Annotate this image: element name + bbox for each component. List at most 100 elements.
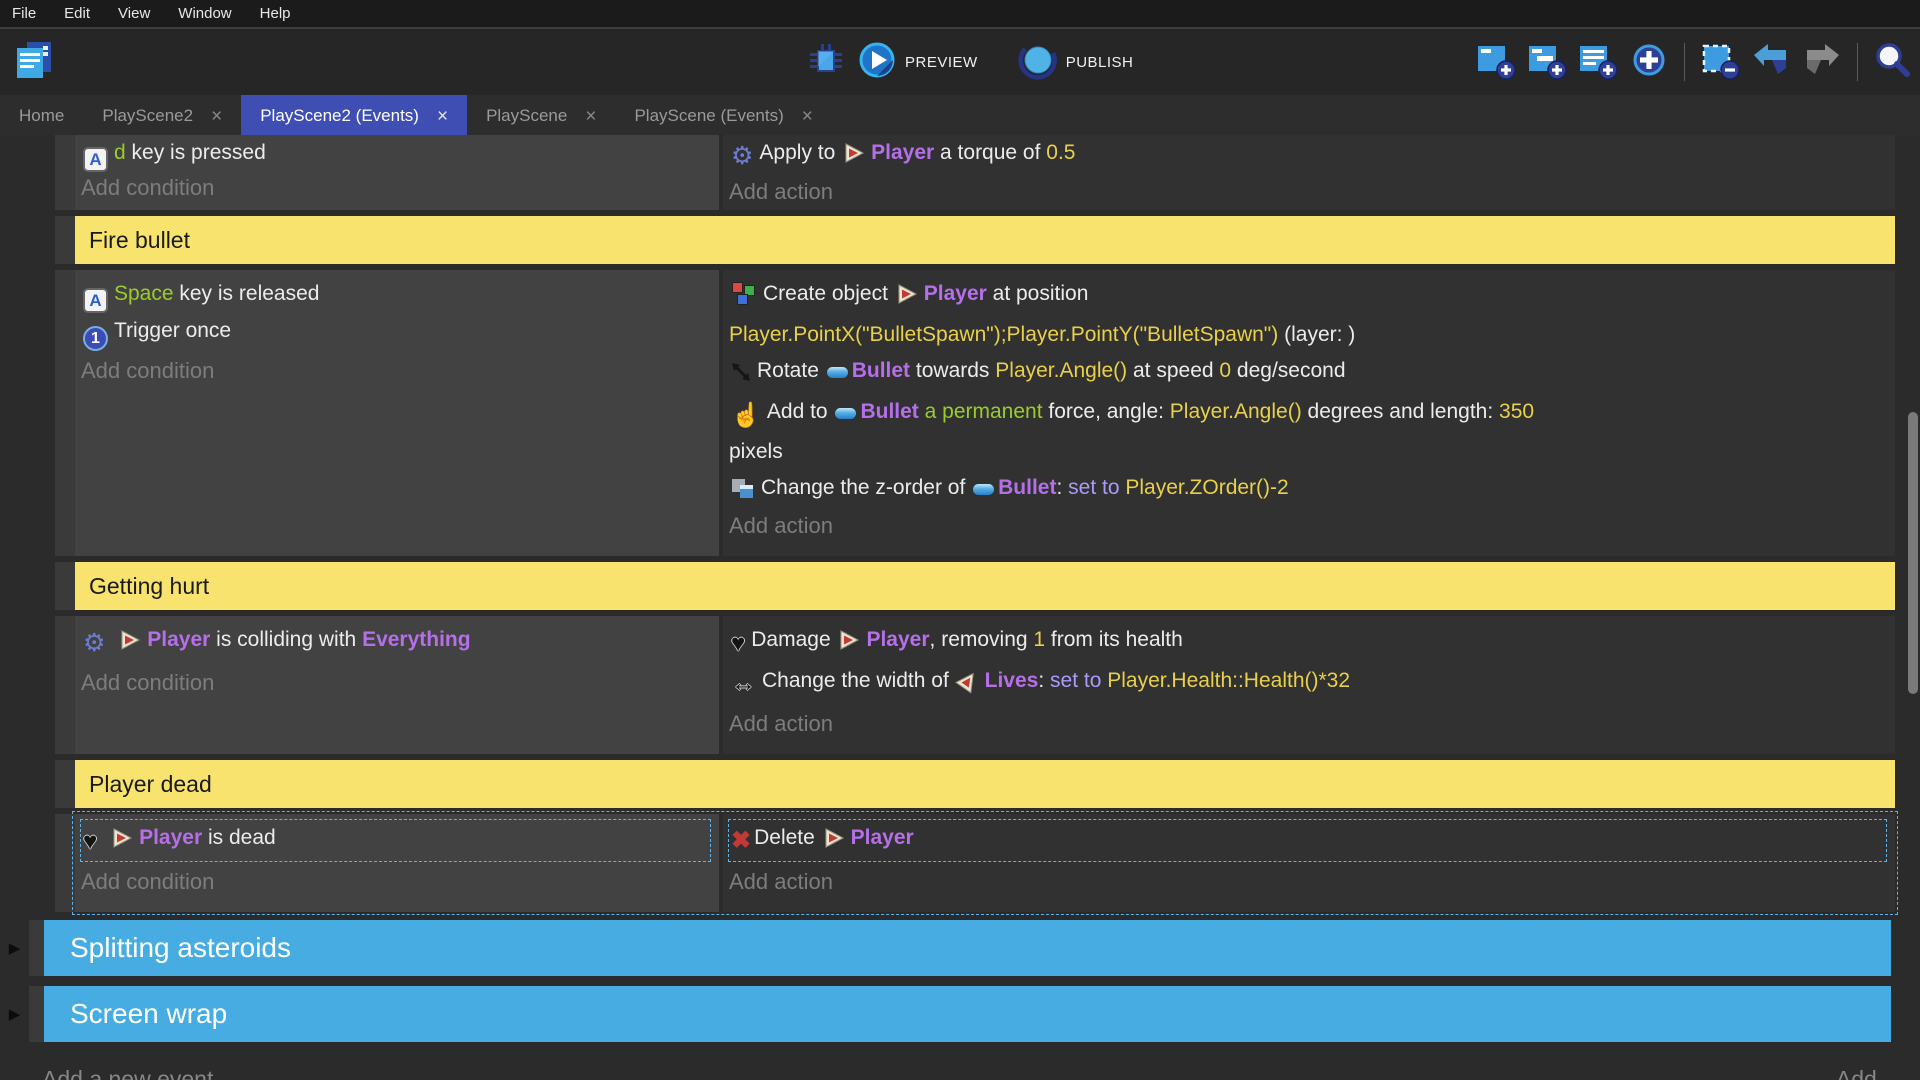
token: Player.ZOrder()-2 <box>1125 476 1288 499</box>
action[interactable]: ⚙Apply to Player a torque of 0.5 <box>729 135 1887 176</box>
tab-label: PlayScene (Events) <box>634 106 783 126</box>
search-icon[interactable] <box>1872 40 1912 85</box>
group-handle[interactable] <box>29 920 44 976</box>
condition-list: ♥ Player is dead <box>80 819 711 862</box>
token: Everything <box>362 628 471 651</box>
token: force, angle: <box>1043 400 1170 423</box>
keyboard-key-icon: A <box>83 147 108 172</box>
comment-text[interactable]: Getting hurt <box>75 562 1895 610</box>
add-condition-button[interactable]: Add condition <box>81 172 711 204</box>
token: Rotate <box>757 359 825 382</box>
token: from its health <box>1045 628 1183 651</box>
action[interactable]: ✖Delete Player <box>729 820 1886 861</box>
add-more-icon[interactable] <box>1628 39 1670 86</box>
tab-close-icon[interactable]: × <box>437 107 448 126</box>
add-subevent-icon[interactable] <box>1526 39 1568 86</box>
add-condition-button[interactable]: Add condition <box>81 862 711 902</box>
comment-handle[interactable] <box>55 562 75 610</box>
tab-home[interactable]: Home <box>0 95 83 137</box>
comment-text[interactable]: Player dead <box>75 760 1895 808</box>
token: 1 <box>1033 628 1045 651</box>
group-collapse-arrow-icon[interactable]: ▶ <box>0 920 29 976</box>
add-condition-button[interactable]: Add condition <box>81 663 711 703</box>
group-collapse-arrow-icon[interactable]: ▶ <box>0 986 29 1042</box>
group-title[interactable]: Screen wrap <box>44 986 1891 1042</box>
menu-view[interactable]: View <box>118 5 150 22</box>
add-action-button[interactable]: Add action <box>729 506 1887 546</box>
token: a torque of <box>934 141 1046 164</box>
event-handle[interactable] <box>55 270 75 556</box>
tab-playscene[interactable]: PlayScene× <box>467 95 615 137</box>
event-body: ♥ Player is deadAdd condition ✖Delete Pla… <box>75 814 1895 912</box>
token: key is released <box>174 282 320 305</box>
action[interactable]: Rotate Bullet towards Player.Angle() at … <box>729 353 1887 394</box>
action[interactable]: ♥Damage Player, removing 1 from its heal… <box>729 622 1887 663</box>
group-handle[interactable] <box>29 986 44 1042</box>
token: , removing <box>930 628 1034 651</box>
add-more-button[interactable]: Add... <box>1836 1066 1896 1080</box>
event-handle[interactable] <box>55 814 75 912</box>
add-condition-button[interactable]: Add condition <box>81 351 711 391</box>
action[interactable]: pixels <box>729 434 1887 470</box>
token: set to <box>1050 669 1107 692</box>
app-logo-icon[interactable] <box>12 38 58 89</box>
trigger-once-icon: 1 <box>83 326 108 351</box>
comment-text[interactable]: Fire bullet <box>75 216 1895 264</box>
token <box>103 826 109 849</box>
tab-playscene-events[interactable]: PlayScene (Events) × <box>615 95 831 137</box>
comment-row: Getting hurt <box>0 562 1920 610</box>
add-action-button[interactable]: Add action <box>729 704 1887 744</box>
action[interactable]: Create object Player at position <box>729 276 1887 317</box>
menu-help[interactable]: Help <box>260 5 291 22</box>
add-action-button[interactable]: Add action <box>729 862 1887 902</box>
vertical-scrollbar[interactable] <box>1908 412 1918 694</box>
action[interactable]: ↔Change the width of Lives: set to Playe… <box>729 663 1887 704</box>
event-handle[interactable] <box>55 135 75 210</box>
action-list: ⚙Apply to Player a torque of 0.5 <box>729 135 1887 176</box>
action[interactable]: ☝Add to Bullet a permanent force, angle:… <box>729 394 1887 434</box>
action[interactable]: Player.PointX("BulletSpawn");Player.Poin… <box>729 317 1887 353</box>
comment-handle[interactable] <box>55 760 75 808</box>
event-handle[interactable] <box>55 616 75 754</box>
group-title[interactable]: Splitting asteroids <box>44 920 1891 976</box>
action-list: ✖Delete Player <box>728 819 1887 862</box>
menu-file[interactable]: File <box>12 5 36 22</box>
debugger-icon[interactable] <box>805 39 847 86</box>
token: Bullet <box>860 400 918 423</box>
bullet-icon <box>827 367 848 378</box>
tab-label: PlayScene2 (Events) <box>260 106 419 126</box>
tab-playscene2-events[interactable]: PlayScene2 (Events) × <box>241 95 467 137</box>
tab-close-icon[interactable]: × <box>211 107 222 126</box>
force-hand-icon: ☝ <box>731 398 761 434</box>
condition[interactable]: ♥ Player is dead <box>81 820 710 861</box>
menu-edit[interactable]: Edit <box>64 5 90 22</box>
token: Delete <box>754 826 821 849</box>
publish-button[interactable]: PUBLISH <box>1018 40 1134 84</box>
condition[interactable]: ⚙ Player is colliding with Everything <box>81 622 711 663</box>
tab-close-icon[interactable]: × <box>802 107 813 126</box>
condition[interactable]: 1Trigger once <box>81 313 711 351</box>
action[interactable]: Change the z-order of Bullet: set to Pla… <box>729 470 1887 506</box>
tab-playscene2[interactable]: PlayScene2× <box>83 95 241 137</box>
condition-list: ⚙ Player is colliding with Everything <box>81 622 711 663</box>
tab-close-icon[interactable]: × <box>585 107 596 126</box>
delete-selection-icon[interactable] <box>1699 39 1741 86</box>
preview-label: PREVIEW <box>905 54 978 71</box>
bullet-icon <box>973 484 994 495</box>
menu-window[interactable]: Window <box>178 5 231 22</box>
redo-icon[interactable] <box>1801 39 1843 86</box>
condition-list: ASpace key is released1Trigger once <box>81 276 711 351</box>
toolbar-separator <box>1857 43 1858 81</box>
add-new-event-button[interactable]: Add a new event <box>42 1066 213 1080</box>
comment-handle[interactable] <box>55 216 75 264</box>
add-event-icon[interactable] <box>1475 39 1517 86</box>
token: Player <box>871 141 934 164</box>
undo-icon[interactable] <box>1750 39 1792 86</box>
preview-button[interactable]: PREVIEW <box>857 40 978 84</box>
token: deg/second <box>1231 359 1345 382</box>
add-action-button[interactable]: Add action <box>729 176 1887 208</box>
condition[interactable]: ASpace key is released <box>81 276 711 313</box>
token: Player <box>924 282 987 305</box>
condition[interactable]: Ad key is pressed <box>81 135 711 172</box>
add-comment-icon[interactable] <box>1577 39 1619 86</box>
